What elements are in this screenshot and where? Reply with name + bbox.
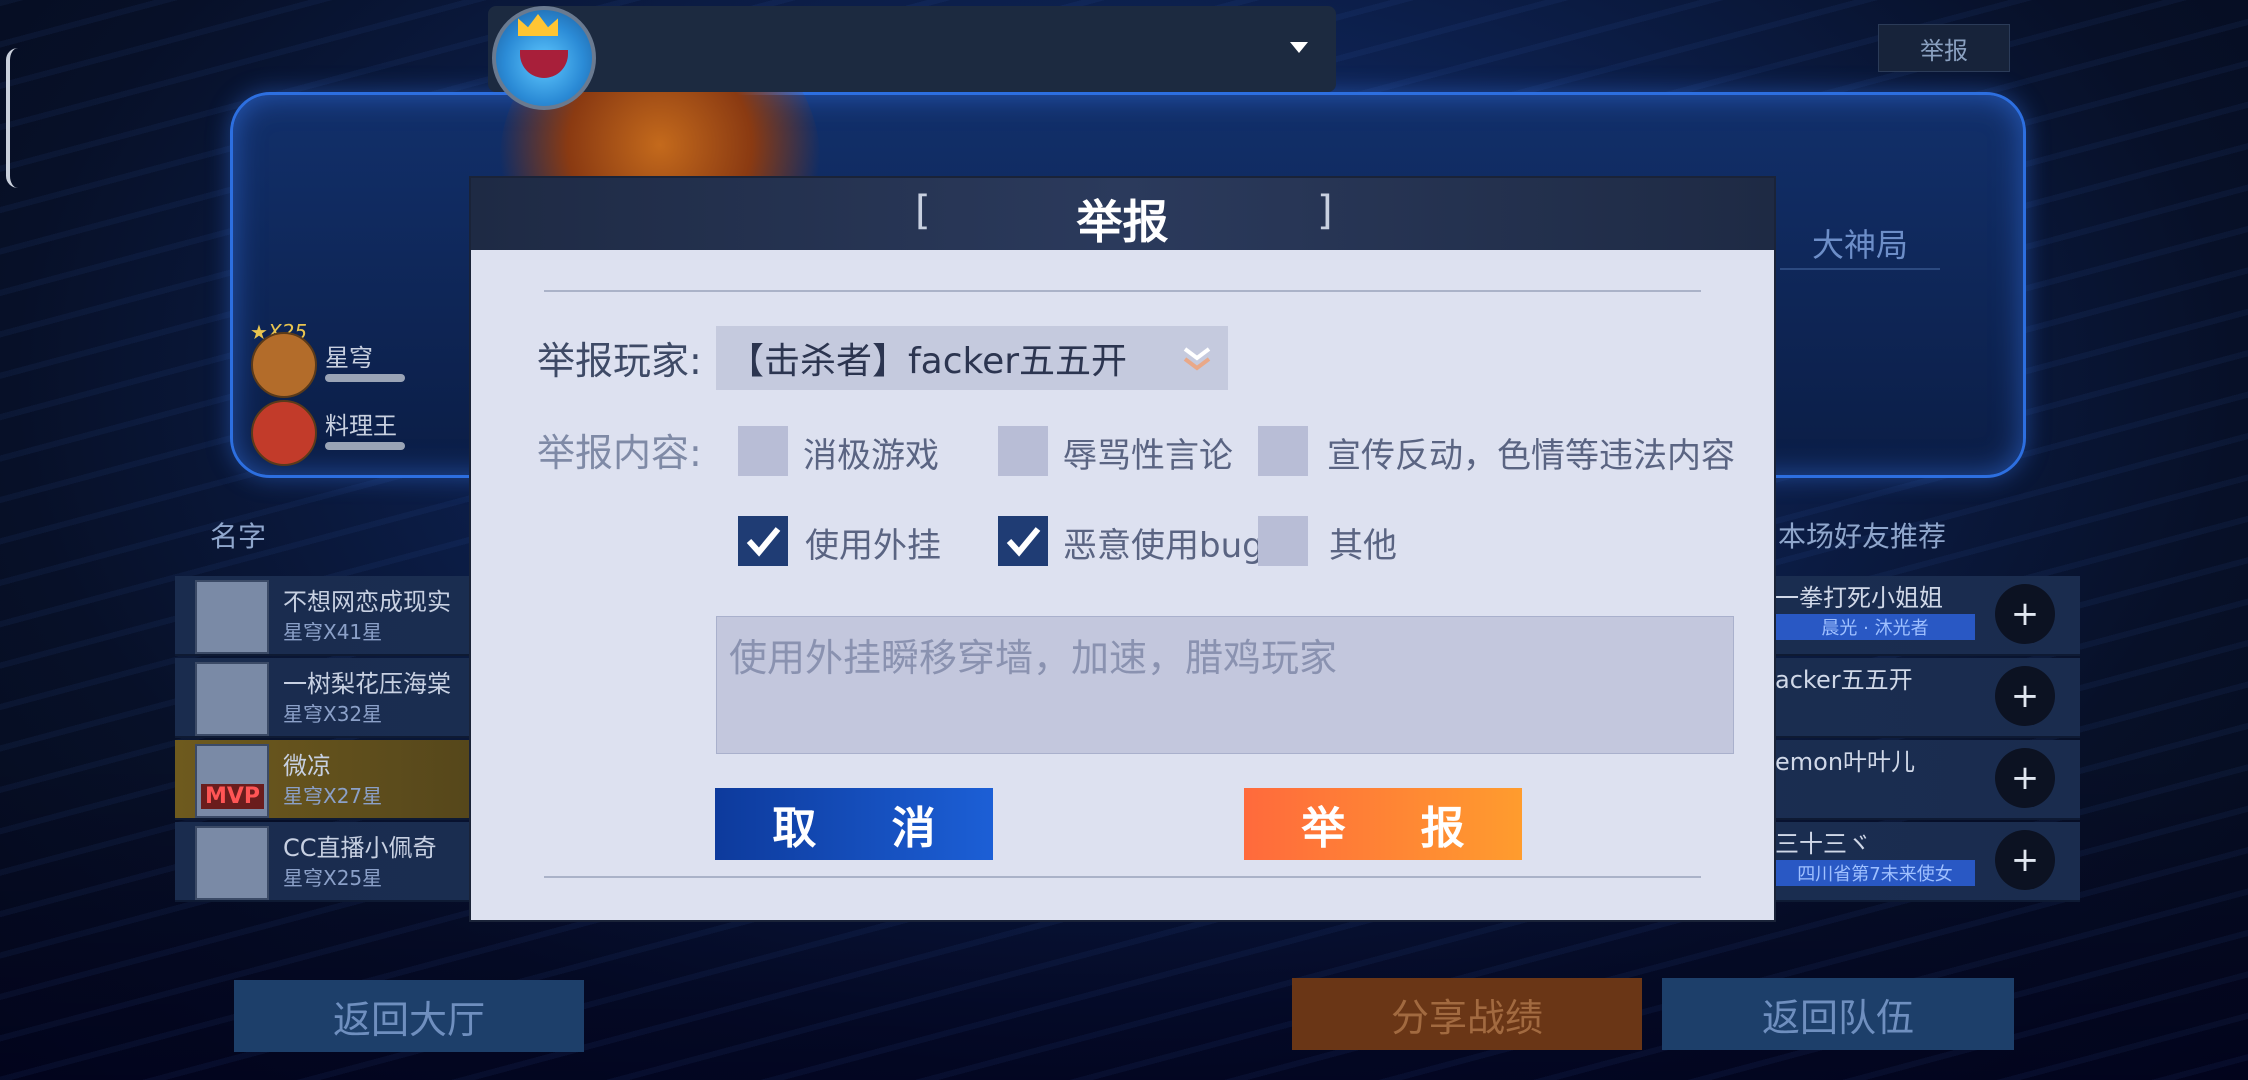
report-player-label: 举报玩家: [537, 339, 702, 383]
option-label: 消极游戏 [803, 436, 939, 476]
crown-icon [518, 14, 558, 36]
player-name: 不想网恋成现实 [283, 588, 451, 616]
checkmark-icon [746, 527, 781, 557]
team-member-bar [325, 374, 405, 382]
player-name: CC直播小佩奇 [283, 834, 437, 862]
player-name: 微凉 [283, 752, 331, 780]
player-rank: 星穹X32星 [283, 702, 383, 726]
description-textarea[interactable]: 使用外挂瞬移穿墙，加速，腊鸡玩家 [716, 616, 1734, 754]
top-report-button[interactable]: 举报 [1878, 24, 2010, 72]
description-text: 使用外挂瞬移穿墙，加速，腊鸡玩家 [729, 636, 1338, 680]
dialog-title: 举报 [1076, 195, 1169, 249]
friend-badge: 晨光 · 沐光者 [1775, 614, 1975, 640]
player-rank: 星穹X27星 [283, 784, 383, 808]
dialog-header: [ 举报 ] [471, 178, 1774, 250]
player-rank: 星穹X25星 [283, 866, 383, 890]
team-member: 料理王 [245, 394, 475, 468]
team-list: 星穹 料理王 [245, 320, 475, 468]
option-label: 宣传反动，色情等违法内容 [1327, 436, 1735, 476]
return-lobby-button[interactable]: 返回大厅 [234, 980, 584, 1052]
avatar [195, 826, 269, 900]
bottom-divider [544, 876, 1701, 878]
caret-down-icon[interactable] [1290, 42, 1308, 53]
team-member: 星穹 [245, 326, 475, 400]
avatar-mouth [520, 50, 568, 78]
friend-name: 三十三ヾ [1775, 830, 1871, 858]
mvp-badge: MVP [201, 784, 265, 809]
submit-report-button[interactable]: 举 报 [1244, 788, 1522, 860]
option-label: 恶意使用bug [1063, 526, 1264, 566]
report-content-label: 举报内容: [537, 431, 702, 475]
player-avatar [492, 6, 596, 110]
player-selector-bar[interactable] [488, 6, 1336, 92]
share-record-button[interactable]: 分享战绩 [1292, 978, 1642, 1050]
friend-name: 一拳打死小姐姐 [1775, 584, 1943, 612]
checkbox-illegal-content[interactable] [1258, 426, 1308, 476]
avatar [251, 332, 317, 398]
cancel-button[interactable]: 取 消 [715, 788, 993, 860]
avatar [251, 400, 317, 466]
checkbox-negative-play[interactable] [738, 426, 788, 476]
bracket-right-icon: ] [1317, 188, 1333, 234]
option-label: 使用外挂 [805, 526, 941, 566]
avatar [195, 662, 269, 736]
team-member-name: 料理王 [325, 412, 397, 440]
checkbox-other[interactable] [1258, 516, 1308, 566]
player-select[interactable]: 【击杀者】facker五五开 [716, 326, 1228, 390]
add-friend-icon[interactable]: + [1995, 584, 2055, 644]
left-edge-handle [6, 48, 18, 188]
friend-name: emon叶叶儿 [1775, 748, 1916, 776]
player-name: 一树梨花压海棠 [283, 670, 451, 698]
add-friend-icon[interactable]: + [1995, 666, 2055, 726]
report-dialog: [ 举报 ] 举报玩家: 【击杀者】facker五五开 举报内容: 消极游戏 辱… [471, 178, 1774, 920]
return-team-button[interactable]: 返回队伍 [1662, 978, 2014, 1050]
checkbox-cheating[interactable] [738, 516, 788, 566]
mode-tag: 大神局 [1780, 218, 1940, 270]
add-friend-icon[interactable]: + [1995, 748, 2055, 808]
selected-player: 【击杀者】facker五五开 [728, 341, 1128, 382]
friend-name: acker五五开 [1775, 666, 1913, 694]
chevron-down-icon [1183, 347, 1211, 371]
team-member-name: 星穹 [325, 344, 373, 372]
column-header-name: 名字 [210, 520, 267, 553]
avatar [195, 580, 269, 654]
player-rank: 星穹X41星 [283, 620, 383, 644]
column-header-friends: 本场好友推荐 [1778, 520, 1947, 553]
checkbox-bug-abuse[interactable] [998, 516, 1048, 566]
checkmark-icon [1006, 527, 1041, 557]
top-divider [544, 290, 1701, 292]
option-label: 其他 [1329, 526, 1397, 566]
checkbox-abusive-speech[interactable] [998, 426, 1048, 476]
add-friend-icon[interactable]: + [1995, 830, 2055, 890]
team-member-bar [325, 442, 405, 450]
option-label: 辱骂性言论 [1063, 436, 1233, 476]
friend-badge: 四川省第7未来使女 [1775, 860, 1975, 886]
